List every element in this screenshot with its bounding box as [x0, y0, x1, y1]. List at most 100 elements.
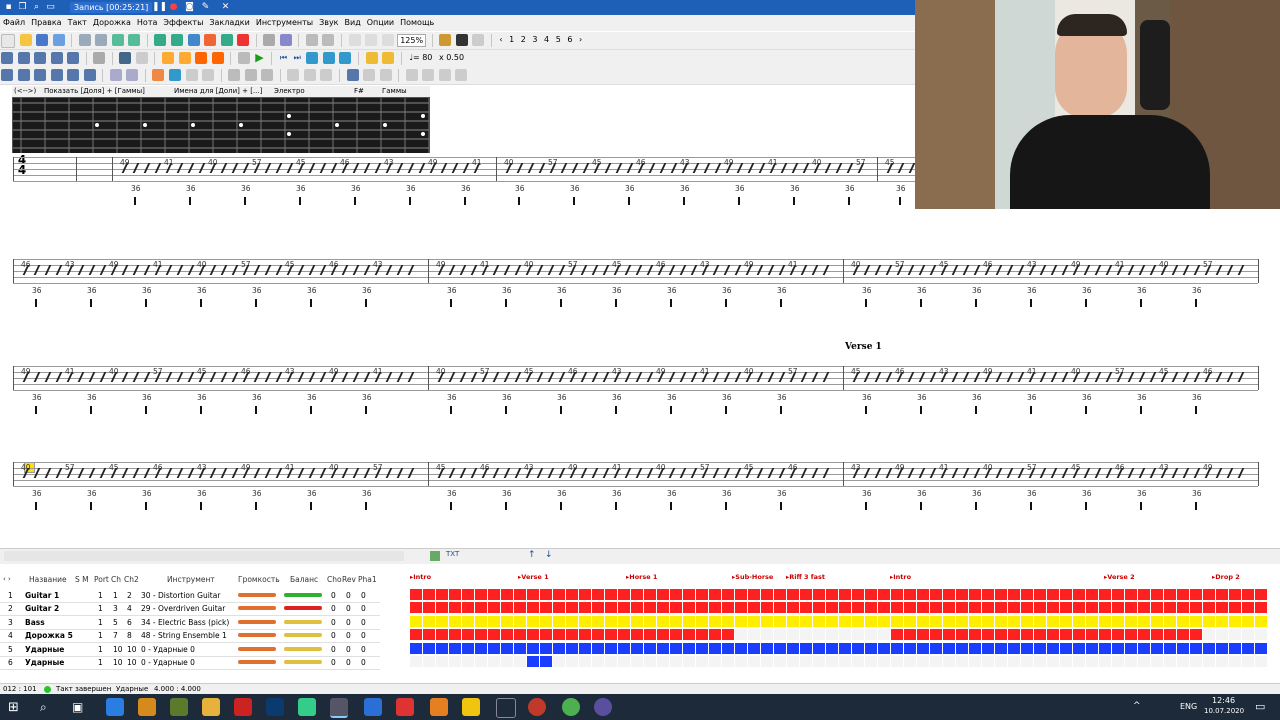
track-cell[interactable] [774, 656, 786, 667]
volume-slider[interactable] [238, 660, 276, 664]
balance-slider[interactable] [284, 660, 322, 664]
volume-slider[interactable] [238, 593, 276, 597]
track-row[interactable]: 4 Дорожка 5 1 7 8 48 - String Ensemble 1000 [0, 629, 380, 644]
track-cell[interactable] [1229, 656, 1241, 667]
track-cell[interactable] [501, 642, 513, 654]
track-cell[interactable] [501, 602, 513, 614]
track-cell[interactable] [696, 602, 708, 614]
slide-icon[interactable] [438, 69, 451, 81]
section-marker[interactable]: ▸Drop 2 [1212, 573, 1240, 581]
track-cell[interactable] [1138, 615, 1150, 627]
track-cell[interactable] [514, 642, 526, 654]
track-cell[interactable] [852, 602, 864, 614]
track-cell[interactable] [540, 656, 552, 667]
track-cell[interactable] [878, 589, 890, 600]
track-row[interactable]: 3 Bass 1 5 6 34 - Electric Bass (pick) 0 0 0 [0, 616, 380, 630]
effect-icon[interactable] [228, 69, 241, 81]
track-cell[interactable] [462, 602, 474, 614]
track-cell[interactable] [462, 642, 474, 654]
track-cell[interactable] [774, 589, 786, 600]
loop-icon[interactable] [162, 52, 175, 64]
track-cell[interactable] [631, 629, 643, 641]
track-cell[interactable] [592, 642, 604, 654]
track-cell[interactable] [475, 629, 487, 641]
track-cell[interactable] [878, 629, 890, 641]
score-icon[interactable] [365, 52, 378, 64]
track-cell[interactable] [488, 629, 500, 641]
track-cell[interactable] [1177, 642, 1189, 654]
track-cell[interactable] [761, 615, 773, 627]
track-cell[interactable] [657, 589, 669, 600]
insert-icon[interactable] [154, 34, 167, 46]
track-cell[interactable] [917, 629, 929, 641]
track-cell[interactable] [605, 629, 617, 641]
track-cell[interactable] [1151, 615, 1163, 627]
track-cell[interactable] [553, 615, 565, 627]
track-cell[interactable] [644, 602, 656, 614]
eighth-note-icon[interactable] [50, 69, 63, 81]
track-cell[interactable] [722, 642, 734, 654]
track-cell[interactable] [475, 642, 487, 654]
track-cell[interactable] [1034, 642, 1046, 654]
track-cell[interactable] [670, 602, 682, 614]
speaker2-icon[interactable] [322, 52, 335, 64]
menu-measure[interactable]: Такт [65, 15, 90, 31]
track-cell[interactable] [904, 615, 916, 627]
track-cell[interactable] [969, 656, 981, 667]
track-cell[interactable] [423, 602, 435, 614]
track-cell[interactable] [501, 589, 513, 600]
track-cell[interactable] [696, 656, 708, 667]
track-cell[interactable] [631, 615, 643, 627]
book-icon[interactable] [455, 34, 468, 46]
track-cell[interactable] [579, 656, 591, 667]
track-cell[interactable] [722, 656, 734, 667]
track-cell[interactable] [605, 589, 617, 600]
track-cell[interactable] [852, 656, 864, 667]
track-cell[interactable] [527, 602, 539, 614]
track-cell[interactable] [1242, 642, 1254, 654]
track-cell[interactable] [488, 656, 500, 667]
track-cell[interactable] [1073, 615, 1085, 627]
track-cell[interactable] [657, 642, 669, 654]
track-cell[interactable] [878, 642, 890, 654]
track-cell[interactable] [1255, 615, 1267, 627]
menu-edit[interactable]: Правка [28, 15, 64, 31]
track-cell[interactable] [930, 629, 942, 641]
mixer-icon[interactable] [237, 52, 250, 64]
down-arrow-icon[interactable]: ↓ [545, 550, 553, 560]
track-cell[interactable] [410, 656, 422, 667]
track-cell[interactable] [1177, 602, 1189, 614]
track-cell[interactable] [943, 615, 955, 627]
track-cell[interactable] [644, 629, 656, 641]
track-cell[interactable] [1151, 642, 1163, 654]
view2-icon[interactable] [322, 34, 335, 46]
track-cell[interactable] [1164, 629, 1176, 641]
track-cell[interactable] [1216, 642, 1228, 654]
fret-names-select[interactable]: Имена для [Доли] + [...] [174, 86, 262, 97]
language-indicator[interactable]: ENG [1180, 702, 1197, 711]
track-cell[interactable] [514, 602, 526, 614]
track-tools[interactable] [4, 551, 404, 561]
track-cell[interactable] [1047, 615, 1059, 627]
first-icon[interactable]: ⏮ [278, 50, 289, 66]
doc-icon[interactable] [472, 34, 485, 46]
track-cell[interactable] [800, 642, 812, 654]
menu-bookmarks[interactable]: Закладки [206, 15, 252, 31]
track-cell[interactable] [748, 615, 760, 627]
track-cell[interactable] [683, 642, 695, 654]
speaker-icon[interactable] [306, 52, 319, 64]
dot-icon[interactable] [109, 69, 122, 81]
windows-start-icon[interactable]: ⊞ [8, 700, 19, 715]
track-cell[interactable] [1086, 615, 1098, 627]
track-cell[interactable] [436, 602, 448, 614]
track-cell[interactable] [566, 602, 578, 614]
track-edit-icon[interactable] [430, 551, 440, 561]
track-cell[interactable] [1047, 629, 1059, 641]
track-cell[interactable] [943, 656, 955, 667]
globe-icon[interactable] [279, 34, 292, 46]
track-cell[interactable] [514, 656, 526, 667]
screen-icon[interactable]: ▭ [45, 2, 56, 13]
section-marker[interactable]: ▸Sub-Horse [732, 573, 773, 581]
track-cell[interactable] [1216, 602, 1228, 614]
balance-slider[interactable] [284, 606, 322, 611]
